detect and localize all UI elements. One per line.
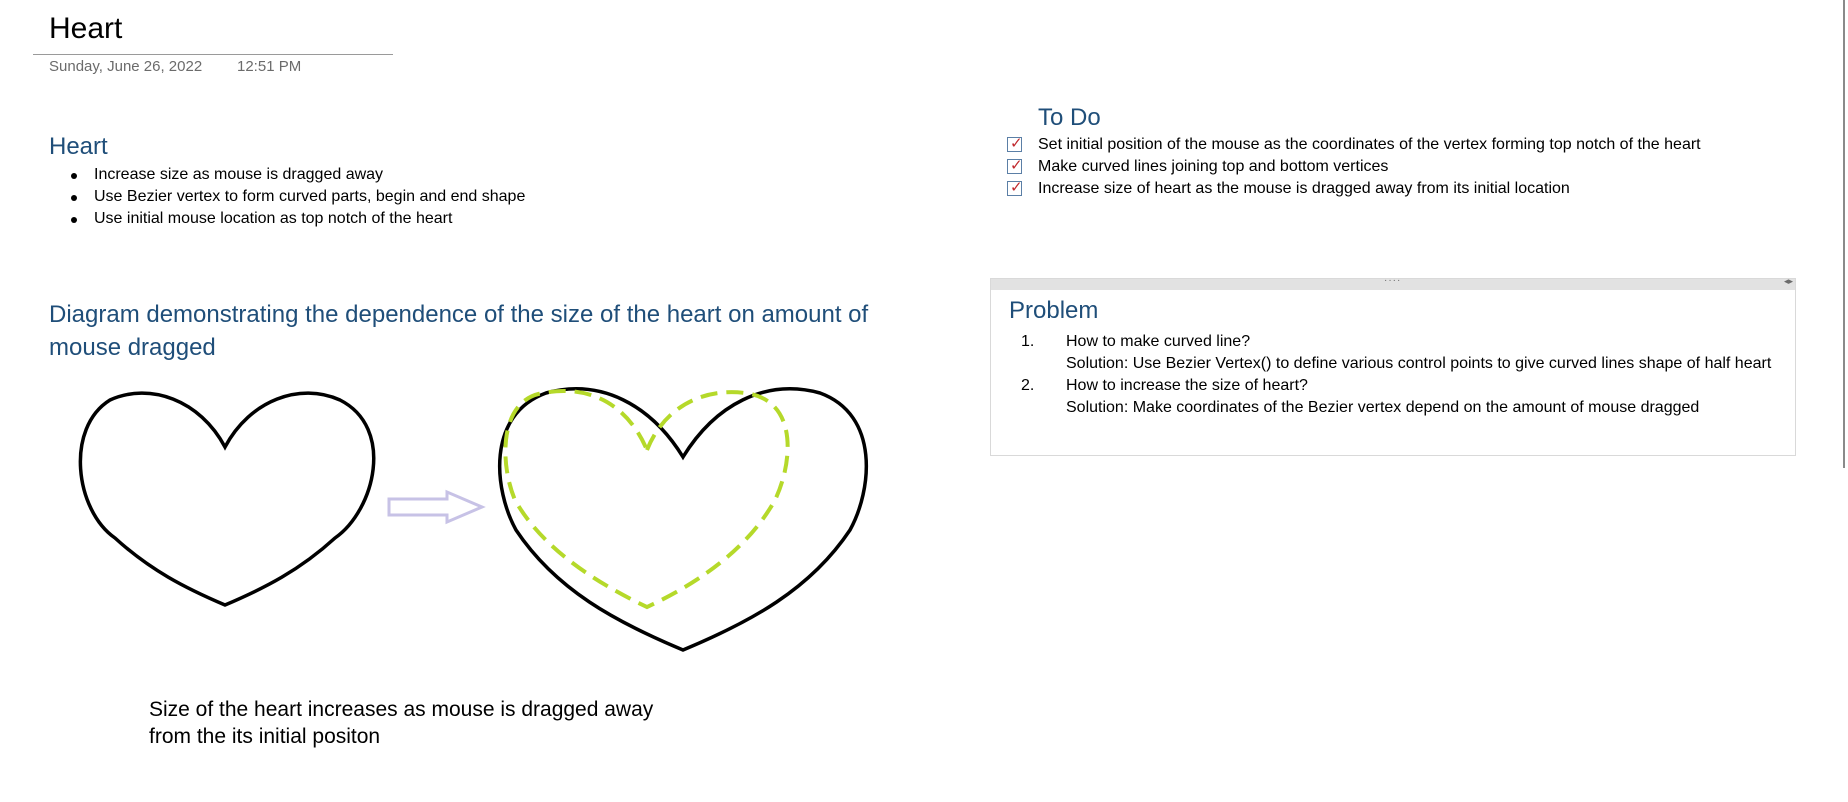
check-icon: ✓	[1010, 135, 1023, 152]
todo-text: Make curved lines joining top and bottom…	[1038, 158, 1389, 175]
problem-number: 1.	[1021, 333, 1035, 350]
caption-line: from the its initial positon	[149, 725, 381, 748]
problem-item[interactable]: 2. How to increase the size of heart? So…	[1021, 375, 1781, 419]
problem-question: How to make curved line?	[1066, 333, 1251, 350]
check-icon: ✓	[1010, 157, 1023, 174]
resize-arrows-icon[interactable]: ◂▸	[1784, 276, 1793, 287]
diagram-caption[interactable]: Size of the heart increases as mouse is …	[149, 696, 769, 750]
todo-checkbox[interactable]: ✓	[1007, 135, 1023, 152]
growth-arrow	[387, 489, 486, 525]
drag-grip-icon[interactable]: ····	[1384, 275, 1401, 286]
todo-item[interactable]: ✓ Set initial position of the mouse as t…	[1007, 134, 1701, 156]
todo-item[interactable]: ✓ Increase size of heart as the mouse is…	[1007, 178, 1701, 200]
todo-checkbox[interactable]: ✓	[1007, 157, 1023, 174]
todo-text: Increase size of heart as the mouse is d…	[1038, 180, 1570, 197]
todo-list: ✓ Set initial position of the mouse as t…	[1007, 134, 1701, 200]
todo-text: Set initial position of the mouse as the…	[1038, 136, 1701, 153]
container-drag-bar[interactable]: ···· ◂▸	[991, 275, 1795, 290]
todo-checkbox[interactable]: ✓	[1007, 179, 1023, 196]
problem-number: 2.	[1021, 377, 1035, 394]
todo-heading[interactable]: To Do	[1038, 104, 1101, 132]
small-heart-shape	[78, 391, 376, 607]
problem-note-container[interactable]: ···· ◂▸ Problem 1. How to make curved li…	[990, 275, 1796, 456]
problem-solution: Solution: Make coordinates of the Bezier…	[1066, 399, 1700, 416]
original-heart-dashed-outline	[503, 388, 790, 610]
check-icon: ✓	[1010, 179, 1023, 196]
problem-list: 1. How to make curved line? Solution: Us…	[1021, 331, 1781, 419]
vertical-scrollbar[interactable]	[1843, 0, 1845, 468]
todo-item[interactable]: ✓ Make curved lines joining top and bott…	[1007, 156, 1701, 178]
large-heart-shape	[497, 387, 869, 652]
caption-line: Size of the heart increases as mouse is …	[149, 698, 654, 721]
problem-solution: Solution: Use Bezier Vertex() to define …	[1066, 355, 1772, 372]
problem-question: How to increase the size of heart?	[1066, 377, 1308, 394]
problem-heading[interactable]: Problem	[1009, 297, 1098, 325]
problem-item[interactable]: 1. How to make curved line? Solution: Us…	[1021, 331, 1781, 375]
heart-diagram[interactable]	[0, 0, 1000, 802]
